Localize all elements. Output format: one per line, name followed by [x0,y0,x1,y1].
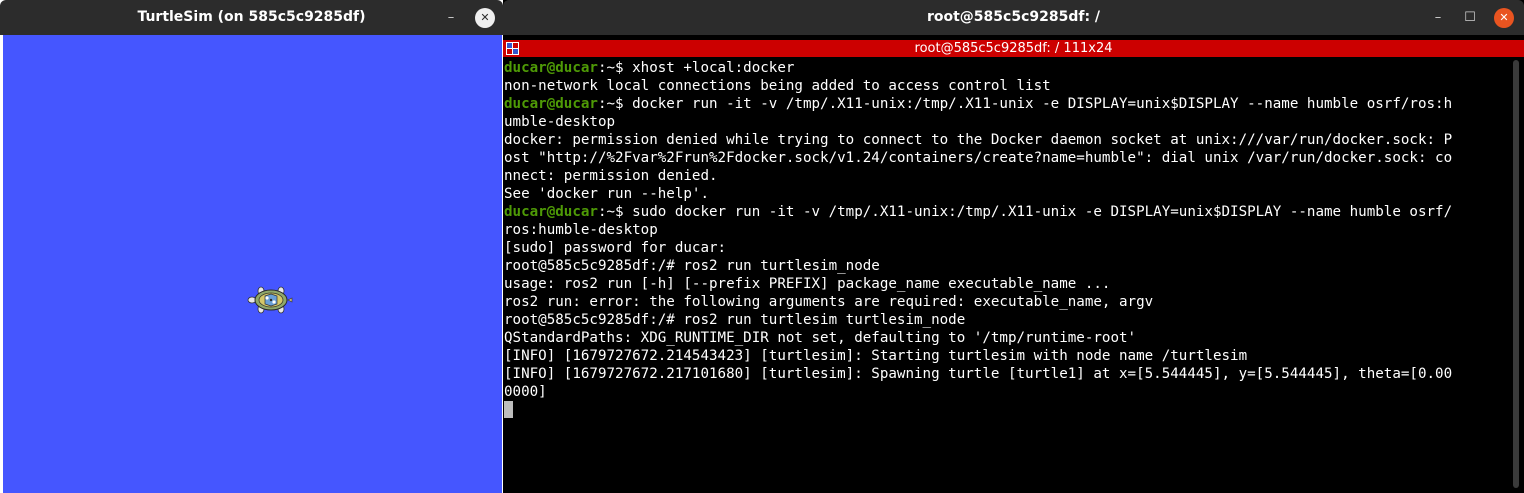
terminal-tab-title: root@585c5c9285df: / 111x24 [914,41,1113,56]
minimize-icon: – [1434,10,1442,25]
maximize-icon: ☐ [1464,10,1476,25]
terminal-line: ducar@ducar:~$ sudo docker run -it -v /t… [504,203,1508,221]
terminal-line-text: usage: ros2 run [-h] [--prefix PREFIX] p… [504,276,1111,292]
terminal-line: ros:humble-desktop [504,221,1508,239]
scrollbar-thumb[interactable] [1513,60,1519,488]
terminal-line: [INFO] [1679727672.217101680] [turtlesim… [504,365,1508,383]
terminal-line: ost "http://%2Fvar%2Frun%2Fdocker.sock/v… [504,149,1508,167]
shell-prompt-suffix: :~$ [597,204,633,220]
terminal-line: umble-desktop [504,113,1508,131]
terminal-line: non-network local connections being adde… [504,77,1508,95]
minimize-icon: – [447,10,455,25]
terminal-scrollbar[interactable] [1508,57,1524,493]
terminal-output[interactable]: ducar@ducar:~$ xhost +local:docker non-ne… [503,59,1508,489]
shell-prompt-suffix: :~$ [597,60,633,76]
turtlesim-titlebar[interactable]: TurtleSim (on 585c5c9285df) – ✕ [0,0,503,35]
terminal-line-text: [INFO] [1679727672.214543423] [turtlesim… [504,348,1248,364]
terminal-split-icon[interactable] [506,42,519,55]
close-button[interactable]: ✕ [475,8,495,28]
terminal-line-text: [sudo] password for ducar: [504,240,727,256]
shell-prompt-suffix: :~$ [597,96,633,112]
terminal-lines: ducar@ducar:~$ xhost +local:docker non-ne… [503,59,1508,419]
turtle-icon [247,286,293,314]
terminal-line-text: 0000] [504,384,547,400]
terminal-line: [INFO] [1679727672.214543423] [turtlesim… [504,347,1508,365]
terminal-line-text: docker: permission denied while trying t… [504,132,1453,148]
shell-prompt: ducar@ducar [504,60,598,76]
terminal-line-text: non-network local connections being adde… [504,78,1051,94]
terminal-line: ducar@ducar:~$ docker run -it -v /tmp/.X… [504,95,1508,113]
maximize-button[interactable]: ☐ [1460,8,1480,28]
terminal-line-text: sudo docker run -it -v /tmp/.X11-unix:/t… [632,204,1453,220]
terminal-line: 0000] [504,383,1508,401]
terminal-line-text: ros2 run: error: the following arguments… [504,294,1154,310]
terminal-line: ducar@ducar:~$ xhost +local:docker [504,59,1508,77]
terminal-line-text: ros:humble-desktop [504,222,658,238]
terminal-line-text: root@585c5c9285df:/# ros2 run turtlesim … [504,312,966,328]
terminal-line: [sudo] password for ducar: [504,239,1508,257]
turtlesim-window: TurtleSim (on 585c5c9285df) – ✕ [0,0,503,493]
terminal-title: root@585c5c9285df: / [926,9,1101,25]
close-icon: ✕ [1499,11,1509,24]
terminal-line-text: xhost +local:docker [632,60,795,76]
terminal-line-text: QStandardPaths: XDG_RUNTIME_DIR not set,… [504,330,1137,346]
minimize-button[interactable]: – [1428,8,1448,28]
terminal-line: See 'docker run --help'. [504,185,1508,203]
terminal-window: root@585c5c9285df: / – ☐ ✕ root@585c5c92… [503,0,1524,493]
close-button[interactable]: ✕ [1494,8,1514,28]
terminal-line-text: root@585c5c9285df:/# ros2 run turtlesim_… [504,258,880,274]
terminal-tab[interactable]: root@585c5c9285df: / 111x24 [503,40,1524,57]
terminal-line-text: ost "http://%2Fvar%2Frun%2Fdocker.sock/v… [504,150,1453,166]
terminal-line: QStandardPaths: XDG_RUNTIME_DIR not set,… [504,329,1508,347]
minimize-button[interactable]: – [441,8,461,28]
turtlesim-title: TurtleSim (on 585c5c9285df) [137,9,366,25]
terminal-line: docker: permission denied while trying t… [504,131,1508,149]
terminal-line-text: See 'docker run --help'. [504,186,709,202]
terminal-cursor-line [504,401,1508,419]
terminal-titlebar[interactable]: root@585c5c9285df: / – ☐ ✕ [503,0,1524,35]
terminal-line: root@585c5c9285df:/# ros2 run turtlesim … [504,311,1508,329]
terminal-line: nnect: permission denied. [504,167,1508,185]
shell-prompt: ducar@ducar [504,96,598,112]
terminal-line: ros2 run: error: the following arguments… [504,293,1508,311]
terminal-line-text: [INFO] [1679727672.217101680] [turtlesim… [504,366,1453,382]
terminal-line-text: umble-desktop [504,114,616,130]
close-icon: ✕ [480,11,490,24]
terminal-line-text: docker run -it -v /tmp/.X11-unix:/tmp/.X… [632,96,1453,112]
shell-prompt: ducar@ducar [504,204,598,220]
text-cursor [504,401,513,418]
turtlesim-canvas [3,35,502,493]
terminal-line: usage: ros2 run [-h] [--prefix PREFIX] p… [504,275,1508,293]
terminal-line: root@585c5c9285df:/# ros2 run turtlesim_… [504,257,1508,275]
terminal-line-text: nnect: permission denied. [504,168,718,184]
